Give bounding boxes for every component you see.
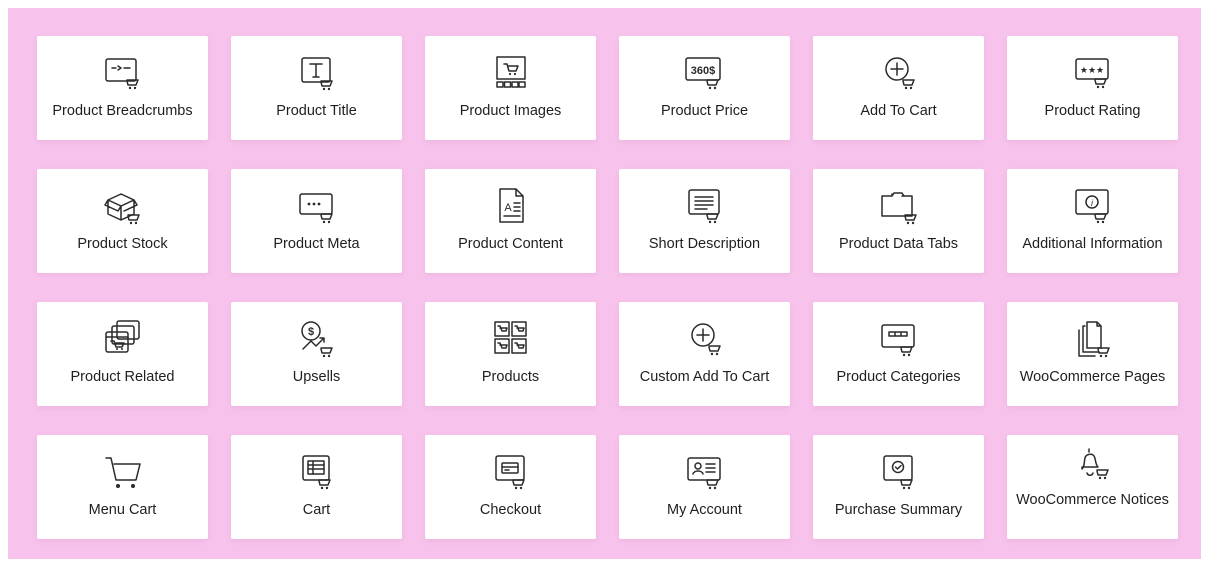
widget-label: Menu Cart xyxy=(88,502,157,518)
widget-label: Upsells xyxy=(292,369,341,385)
checkout-icon xyxy=(491,452,531,492)
svg-text:i: i xyxy=(1091,198,1094,208)
widget-label: Product Rating xyxy=(1044,103,1141,119)
widget-card-my-account[interactable]: My Account xyxy=(619,435,790,539)
widget-label: Purchase Summary xyxy=(834,502,963,518)
my-account-icon xyxy=(685,452,725,492)
widget-card-product-title[interactable]: Product Title xyxy=(231,36,402,140)
widget-card-woocommerce-notices[interactable]: WooCommerce Notices xyxy=(1007,435,1178,539)
price-icon-text: 360$ xyxy=(690,65,714,77)
categories-icon xyxy=(879,319,919,359)
related-icon xyxy=(103,319,143,359)
widget-label: My Account xyxy=(667,502,742,518)
widget-label: Add To Cart xyxy=(860,103,937,119)
data-tabs-icon xyxy=(879,186,919,226)
widget-label: Product Stock xyxy=(77,236,168,252)
widget-label: Additional Information xyxy=(1022,236,1163,252)
rating-icon: ★★★ xyxy=(1073,53,1113,93)
widget-card-product-rating[interactable]: ★★★ Product Rating xyxy=(1007,36,1178,140)
stock-icon xyxy=(103,186,143,226)
widget-label: Product Title xyxy=(276,103,357,119)
widget-card-product-stock[interactable]: Product Stock xyxy=(37,169,208,273)
add-to-cart-icon xyxy=(879,53,919,93)
svg-text:$: $ xyxy=(307,326,313,338)
widget-card-purchase-summary[interactable]: Purchase Summary xyxy=(813,435,984,539)
widget-label: Short Description xyxy=(648,236,761,252)
widget-label: Product Data Tabs xyxy=(838,236,959,252)
widget-card-product-content[interactable]: A Product Content xyxy=(425,169,596,273)
widget-card-product-categories[interactable]: Product Categories xyxy=(813,302,984,406)
widget-card-products[interactable]: Products xyxy=(425,302,596,406)
widget-card-upsells[interactable]: $ Upsells xyxy=(231,302,402,406)
widget-label: Product Content xyxy=(458,236,563,252)
breadcrumbs-icon xyxy=(103,53,143,93)
widget-label: Product Categories xyxy=(836,369,961,385)
widget-card-product-data-tabs[interactable]: Product Data Tabs xyxy=(813,169,984,273)
widget-card-menu-cart[interactable]: Menu Cart xyxy=(37,435,208,539)
widget-card-additional-information[interactable]: i Additional Information xyxy=(1007,169,1178,273)
widget-card-product-price[interactable]: 360$ Product Price xyxy=(619,36,790,140)
svg-text:A: A xyxy=(504,202,512,214)
svg-text:★★★: ★★★ xyxy=(1079,65,1103,75)
meta-icon xyxy=(297,186,337,226)
widget-label: Custom Add To Cart xyxy=(639,369,770,385)
widget-label: Checkout xyxy=(479,502,542,518)
widget-card-woocommerce-pages[interactable]: WooCommerce Pages xyxy=(1007,302,1178,406)
products-grid-icon xyxy=(491,319,531,359)
purchase-summary-icon xyxy=(879,452,919,492)
pages-icon xyxy=(1073,319,1113,359)
cart-icon xyxy=(297,452,337,492)
widget-label: Product Price xyxy=(660,103,749,119)
info-icon: i xyxy=(1073,186,1113,226)
price-icon: 360$ xyxy=(684,53,725,93)
widget-label: WooCommerce Pages xyxy=(1019,369,1166,385)
widget-label: Product Breadcrumbs xyxy=(52,103,193,119)
widget-label: WooCommerce Notices xyxy=(1016,492,1169,508)
widget-label: Product Images xyxy=(459,103,562,119)
widget-card-product-images[interactable]: Product Images xyxy=(425,36,596,140)
content-icon: A xyxy=(491,186,531,226)
widget-card-product-meta[interactable]: Product Meta xyxy=(231,169,402,273)
widget-label: Products xyxy=(481,369,540,385)
widget-card-checkout[interactable]: Checkout xyxy=(425,435,596,539)
widget-card-add-to-cart[interactable]: Add To Cart xyxy=(813,36,984,140)
widget-label: Cart xyxy=(302,502,331,518)
widget-card-product-breadcrumbs[interactable]: Product Breadcrumbs xyxy=(37,36,208,140)
widget-card-cart[interactable]: Cart xyxy=(231,435,402,539)
widget-label: Product Meta xyxy=(273,236,360,252)
widget-card-custom-add-to-cart[interactable]: Custom Add To Cart xyxy=(619,302,790,406)
widget-card-short-description[interactable]: Short Description xyxy=(619,169,790,273)
custom-add-to-cart-icon xyxy=(685,319,725,359)
notices-bell-icon xyxy=(1073,445,1113,485)
title-icon xyxy=(297,53,337,93)
widget-card-product-related[interactable]: Product Related xyxy=(37,302,208,406)
upsells-icon: $ xyxy=(297,319,337,359)
short-description-icon xyxy=(685,186,725,226)
images-icon xyxy=(491,53,531,93)
widget-label: Product Related xyxy=(70,369,175,385)
menu-cart-icon xyxy=(103,452,143,492)
